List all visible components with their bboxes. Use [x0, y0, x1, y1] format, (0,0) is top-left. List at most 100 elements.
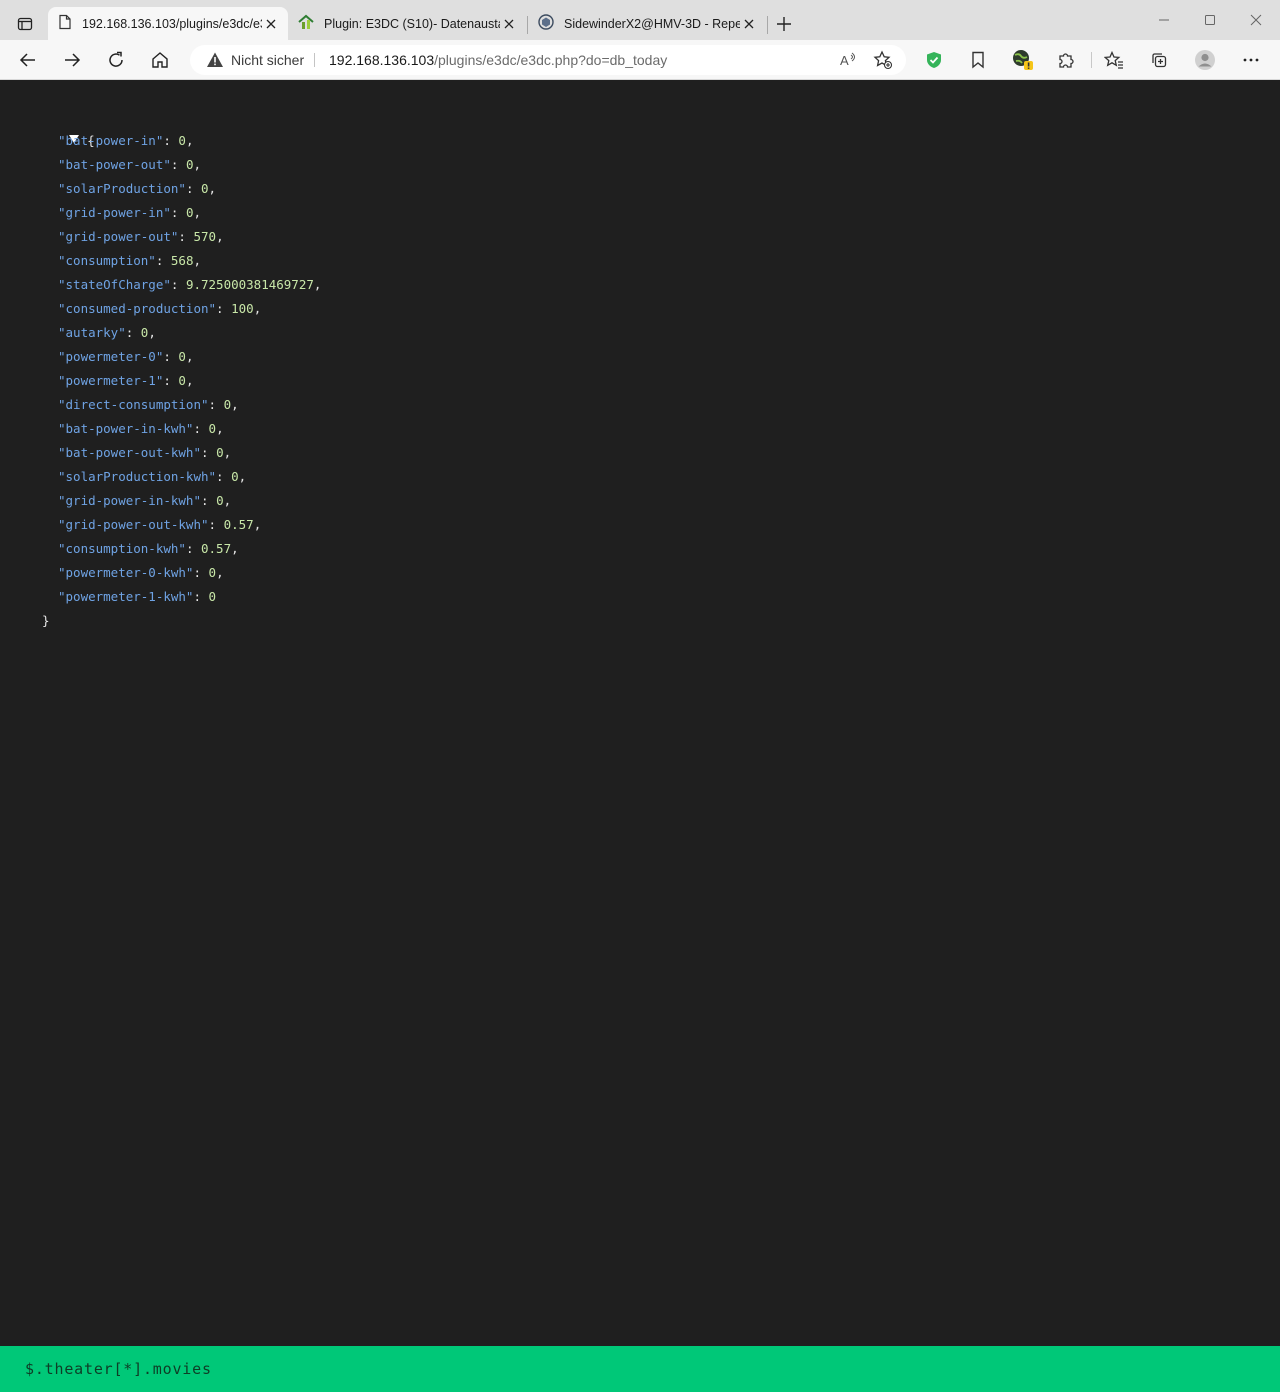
json-value: 0.57: [223, 517, 254, 532]
json-entry-row: "consumption": 568,: [58, 253, 202, 268]
refresh-icon: [109, 51, 123, 67]
new-tab-button[interactable]: [772, 12, 796, 36]
url-path: /plugins/e3dc/e3dc.php?do=db_today: [434, 52, 668, 68]
json-key: "bat-power-out": [58, 157, 171, 172]
json-entry-row: "consumed-production": 100,: [58, 301, 262, 316]
json-key: "powermeter-1-kwh": [58, 589, 194, 604]
security-label[interactable]: Nicht sicher: [231, 52, 304, 68]
tab-actions-menu-icon[interactable]: [8, 8, 42, 40]
home-button[interactable]: [146, 46, 174, 74]
json-key: "autarky": [58, 325, 126, 340]
site-favicon-cube-icon: [538, 14, 554, 33]
json-value: 0: [208, 589, 217, 604]
bookmark-icon[interactable]: [964, 46, 992, 74]
json-key: "consumption-kwh": [58, 541, 186, 556]
json-entry-row: "bat-power-out-kwh": 0,: [58, 445, 232, 460]
warning-icon[interactable]: [206, 51, 224, 69]
json-value: 0: [223, 397, 232, 412]
minimize-button[interactable]: [1150, 8, 1178, 32]
json-key: "bat-power-out-kwh": [58, 445, 201, 460]
tab-2[interactable]: Plugin: E3DC (S10)- Datenaustausch: [288, 7, 526, 40]
close-brace: }: [42, 613, 50, 628]
tab-strip: 192.168.136.103/plugins/e3dc/e3dc.php?do…: [0, 0, 1280, 40]
json-key: "consumed-production": [58, 301, 217, 316]
refresh-button[interactable]: [102, 46, 130, 74]
json-key: "powermeter-0": [58, 349, 164, 364]
json-value: 9.725000381469727: [185, 277, 314, 292]
json-value: 568: [170, 253, 194, 268]
tab-title: 192.168.136.103/plugins/e3dc/e3dc.php?do…: [82, 16, 262, 31]
json-value: 0.57: [201, 541, 232, 556]
site-favicon-house-icon: [298, 14, 314, 33]
json-value: 0: [208, 565, 217, 580]
close-icon: [1250, 14, 1262, 26]
close-icon[interactable]: [500, 15, 518, 33]
json-entry-row: "consumption-kwh": 0.57,: [58, 541, 239, 556]
json-entry-row: "powermeter-1-kwh": 0: [58, 589, 217, 604]
tab-title: SidewinderX2@HMV-3D - Repetier: [564, 16, 740, 31]
maximize-button[interactable]: [1196, 8, 1224, 32]
json-key: "bat-power-in-kwh": [58, 421, 194, 436]
tab-3[interactable]: SidewinderX2@HMV-3D - Repetier: [528, 7, 766, 40]
tab-1[interactable]: 192.168.136.103/plugins/e3dc/e3dc.php?do…: [48, 7, 288, 40]
json-value: 570: [193, 229, 217, 244]
collections-icon[interactable]: [1145, 46, 1173, 74]
json-entry-row: "powermeter-0": 0,: [58, 349, 194, 364]
json-value: 0: [231, 469, 239, 484]
json-key: "powermeter-0-kwh": [58, 565, 194, 580]
favorites-icon[interactable]: [1100, 46, 1128, 74]
profile-avatar-icon[interactable]: [1191, 46, 1219, 74]
address-divider: [314, 53, 315, 67]
home-icon: [152, 52, 168, 68]
json-key: "bat-power-in": [58, 133, 164, 148]
json-value: 0: [185, 157, 194, 172]
close-window-button[interactable]: [1242, 8, 1270, 32]
tab-title: Plugin: E3DC (S10)- Datenaustausch: [324, 16, 500, 31]
arrow-left-icon: [19, 53, 35, 67]
json-value: 0: [208, 421, 217, 436]
json-root-row: {: [24, 105, 321, 148]
more-menu-icon[interactable]: [1237, 46, 1265, 74]
json-entry-row: "stateOfCharge": 9.725000381469727,: [58, 277, 322, 292]
browser-toolbar: Nicht sicher 192.168.136.103/plugins/e3d…: [0, 40, 1280, 80]
extensions-icon[interactable]: [1052, 46, 1080, 74]
page-icon: [58, 14, 72, 33]
json-value: 0: [140, 325, 149, 340]
json-entry-row: "direct-consumption": 0,: [58, 397, 239, 412]
json-key: "consumption": [58, 253, 156, 268]
globe-extension-icon[interactable]: [1008, 46, 1036, 74]
json-path-filter-bar: [0, 1346, 1280, 1392]
shield-extension-icon[interactable]: [920, 46, 948, 74]
json-entry-row: "solarProduction-kwh": 0,: [58, 469, 247, 484]
forward-button[interactable]: [58, 46, 86, 74]
json-path-filter-input[interactable]: [25, 1360, 625, 1378]
json-entry-row: "autarky": 0,: [58, 325, 156, 340]
plus-icon: [777, 17, 791, 31]
json-value: 0: [216, 493, 224, 508]
json-entry-row: "bat-power-in": 0,: [58, 133, 194, 148]
maximize-icon: [1205, 15, 1215, 25]
json-entry-row: "powermeter-1": 0,: [58, 373, 194, 388]
json-entry-row: "powermeter-0-kwh": 0,: [58, 565, 224, 580]
json-key: "grid-power-out-kwh": [58, 517, 209, 532]
arrow-right-icon: [65, 53, 81, 67]
close-icon[interactable]: [262, 15, 280, 33]
json-entry-row: "grid-power-in-kwh": 0,: [58, 493, 232, 508]
url-host: 192.168.136.103: [329, 52, 435, 68]
back-button[interactable]: [14, 46, 42, 74]
address-bar[interactable]: Nicht sicher 192.168.136.103/plugins/e3d…: [190, 45, 906, 75]
json-entry-row: "bat-power-in-kwh": 0,: [58, 421, 224, 436]
json-entries: "bat-power-in": 0, "bat-power-out": 0, "so…: [58, 129, 321, 609]
tab-divider: [767, 16, 768, 34]
add-favorite-icon[interactable]: [869, 46, 897, 74]
svg-text:A: A: [840, 53, 849, 68]
json-viewer: { "bat-power-in": 0, "bat-power-out": 0, "…: [0, 81, 1280, 1346]
json-value: 100: [231, 301, 254, 316]
json-entry-row: "grid-power-in": 0,: [58, 205, 202, 220]
toolbar-divider: [1091, 52, 1092, 68]
json-value: 0: [185, 205, 194, 220]
url-text[interactable]: 192.168.136.103/plugins/e3dc/e3dc.php?do…: [329, 52, 667, 68]
json-entry-row: "bat-power-out": 0,: [58, 157, 202, 172]
read-aloud-icon[interactable]: A: [834, 46, 862, 74]
close-icon[interactable]: [740, 15, 758, 33]
